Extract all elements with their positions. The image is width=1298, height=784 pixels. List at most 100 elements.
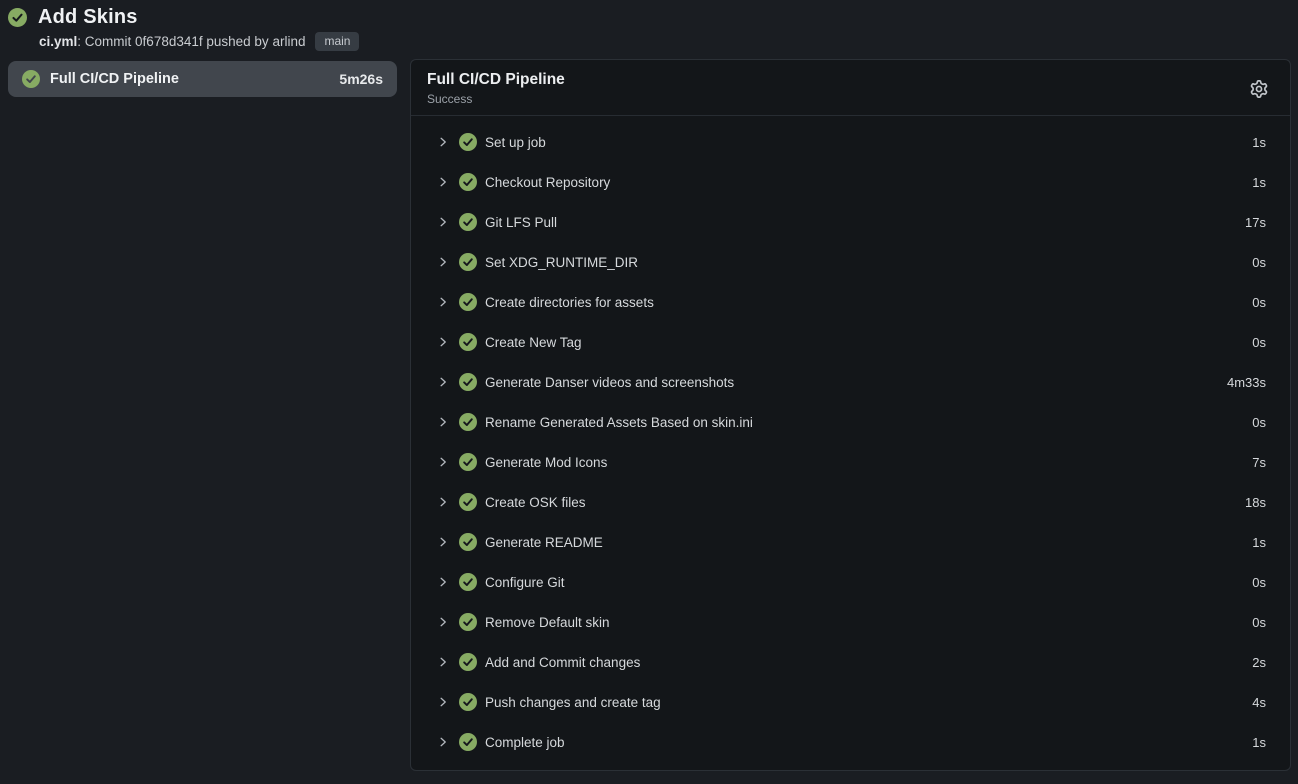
step-row[interactable]: Generate Mod Icons 7s — [411, 442, 1290, 482]
step-duration: 2s — [1252, 655, 1266, 670]
commit-sha-link[interactable]: 0f678d341f — [135, 34, 203, 49]
panel-job-status: Success — [427, 92, 565, 106]
step-duration: 0s — [1252, 295, 1266, 310]
step-row[interactable]: Set up job 1s — [411, 122, 1290, 162]
step-success-check-circle-icon — [459, 253, 477, 271]
panel-header: Full CI/CD Pipeline Success — [411, 60, 1290, 116]
step-success-check-circle-icon — [459, 693, 477, 711]
step-success-check-circle-icon — [459, 493, 477, 511]
step-list: Set up job 1s — [411, 116, 1290, 770]
step-row[interactable]: Push changes and create tag 4s — [411, 682, 1290, 722]
step-duration: 4m33s — [1227, 375, 1266, 390]
step-name: Generate Mod Icons — [485, 455, 1236, 470]
step-success-check-circle-icon — [459, 173, 477, 191]
panel-job-title: Full CI/CD Pipeline — [427, 71, 565, 89]
step-row[interactable]: Configure Git 0s — [411, 562, 1290, 602]
commit-prefix: Commit — [85, 34, 135, 49]
step-success-check-circle-icon — [459, 733, 477, 751]
step-row[interactable]: Generate README 1s — [411, 522, 1290, 562]
step-name: Create New Tag — [485, 335, 1236, 350]
step-duration: 1s — [1252, 535, 1266, 550]
step-duration: 0s — [1252, 335, 1266, 350]
step-row[interactable]: Generate Danser videos and screenshots 4… — [411, 362, 1290, 402]
step-name: Create directories for assets — [485, 295, 1236, 310]
step-success-check-circle-icon — [459, 453, 477, 471]
workflow-file-name: ci.yml — [39, 34, 77, 49]
chevron-right-icon[interactable] — [437, 256, 449, 268]
chevron-right-icon[interactable] — [437, 296, 449, 308]
commit-actor-link[interactable]: arlind — [272, 34, 305, 49]
step-duration: 0s — [1252, 575, 1266, 590]
chevron-right-icon[interactable] — [437, 736, 449, 748]
chevron-right-icon[interactable] — [437, 536, 449, 548]
job-name: Full CI/CD Pipeline — [50, 71, 329, 87]
step-duration: 1s — [1252, 735, 1266, 750]
chevron-right-icon[interactable] — [437, 216, 449, 228]
panel-header-text: Full CI/CD Pipeline Success — [427, 71, 565, 106]
step-success-check-circle-icon — [459, 293, 477, 311]
step-success-check-circle-icon — [459, 613, 477, 631]
step-duration: 7s — [1252, 455, 1266, 470]
run-success-check-circle-icon — [8, 8, 27, 27]
chevron-right-icon[interactable] — [437, 576, 449, 588]
step-success-check-circle-icon — [459, 333, 477, 351]
chevron-right-icon[interactable] — [437, 656, 449, 668]
chevron-right-icon[interactable] — [437, 496, 449, 508]
step-duration: 4s — [1252, 695, 1266, 710]
commit-middle-text: pushed by — [203, 34, 273, 49]
step-success-check-circle-icon — [459, 533, 477, 551]
gear-icon[interactable] — [1246, 76, 1272, 102]
step-duration: 18s — [1245, 495, 1266, 510]
chevron-right-icon[interactable] — [437, 456, 449, 468]
step-name: Generate README — [485, 535, 1236, 550]
step-duration: 1s — [1252, 175, 1266, 190]
chevron-right-icon[interactable] — [437, 416, 449, 428]
run-title-row: Add Skins — [8, 6, 1290, 29]
job-success-check-circle-icon — [22, 70, 40, 88]
job-duration: 5m26s — [339, 71, 383, 87]
step-row[interactable]: Create directories for assets 0s — [411, 282, 1290, 322]
step-name: Generate Danser videos and screenshots — [485, 375, 1211, 390]
step-duration: 1s — [1252, 135, 1266, 150]
step-name: Push changes and create tag — [485, 695, 1236, 710]
chevron-right-icon[interactable] — [437, 696, 449, 708]
chevron-right-icon[interactable] — [437, 336, 449, 348]
step-row[interactable]: Add and Commit changes 2s — [411, 642, 1290, 682]
chevron-right-icon[interactable] — [437, 176, 449, 188]
chevron-right-icon[interactable] — [437, 136, 449, 148]
commit-line: ci.yml: Commit 0f678d341f pushed by arli… — [39, 32, 1290, 51]
step-duration: 17s — [1245, 215, 1266, 230]
step-duration: 0s — [1252, 615, 1266, 630]
run-title: Add Skins — [38, 6, 138, 29]
chevron-right-icon[interactable] — [437, 376, 449, 388]
step-row[interactable]: Remove Default skin 0s — [411, 602, 1290, 642]
jobs-sidebar: Full CI/CD Pipeline 5m26s — [8, 59, 397, 97]
step-row[interactable]: Checkout Repository 1s — [411, 162, 1290, 202]
step-row[interactable]: Git LFS Pull 17s — [411, 202, 1290, 242]
step-row[interactable]: Set XDG_RUNTIME_DIR 0s — [411, 242, 1290, 282]
chevron-right-icon[interactable] — [437, 616, 449, 628]
commit-separator: : — [77, 34, 85, 49]
run-header: Add Skins ci.yml: Commit 0f678d341f push… — [0, 0, 1298, 51]
step-name: Configure Git — [485, 575, 1236, 590]
step-row[interactable]: Complete job 1s — [411, 722, 1290, 762]
step-name: Add and Commit changes — [485, 655, 1236, 670]
step-duration: 0s — [1252, 255, 1266, 270]
step-duration: 0s — [1252, 415, 1266, 430]
step-name: Remove Default skin — [485, 615, 1236, 630]
run-content: Full CI/CD Pipeline 5m26s Full CI/CD Pip… — [0, 51, 1298, 771]
step-row[interactable]: Create OSK files 18s — [411, 482, 1290, 522]
step-name: Rename Generated Assets Based on skin.in… — [485, 415, 1236, 430]
step-success-check-circle-icon — [459, 373, 477, 391]
step-name: Git LFS Pull — [485, 215, 1229, 230]
job-run-panel: Full CI/CD Pipeline Success — [410, 59, 1291, 771]
step-name: Set up job — [485, 135, 1236, 150]
step-name: Set XDG_RUNTIME_DIR — [485, 255, 1236, 270]
step-name: Complete job — [485, 735, 1236, 750]
job-item-full-pipeline[interactable]: Full CI/CD Pipeline 5m26s — [8, 61, 397, 97]
step-row[interactable]: Rename Generated Assets Based on skin.in… — [411, 402, 1290, 442]
step-name: Checkout Repository — [485, 175, 1236, 190]
branch-badge[interactable]: main — [315, 32, 359, 51]
step-row[interactable]: Create New Tag 0s — [411, 322, 1290, 362]
step-success-check-circle-icon — [459, 133, 477, 151]
